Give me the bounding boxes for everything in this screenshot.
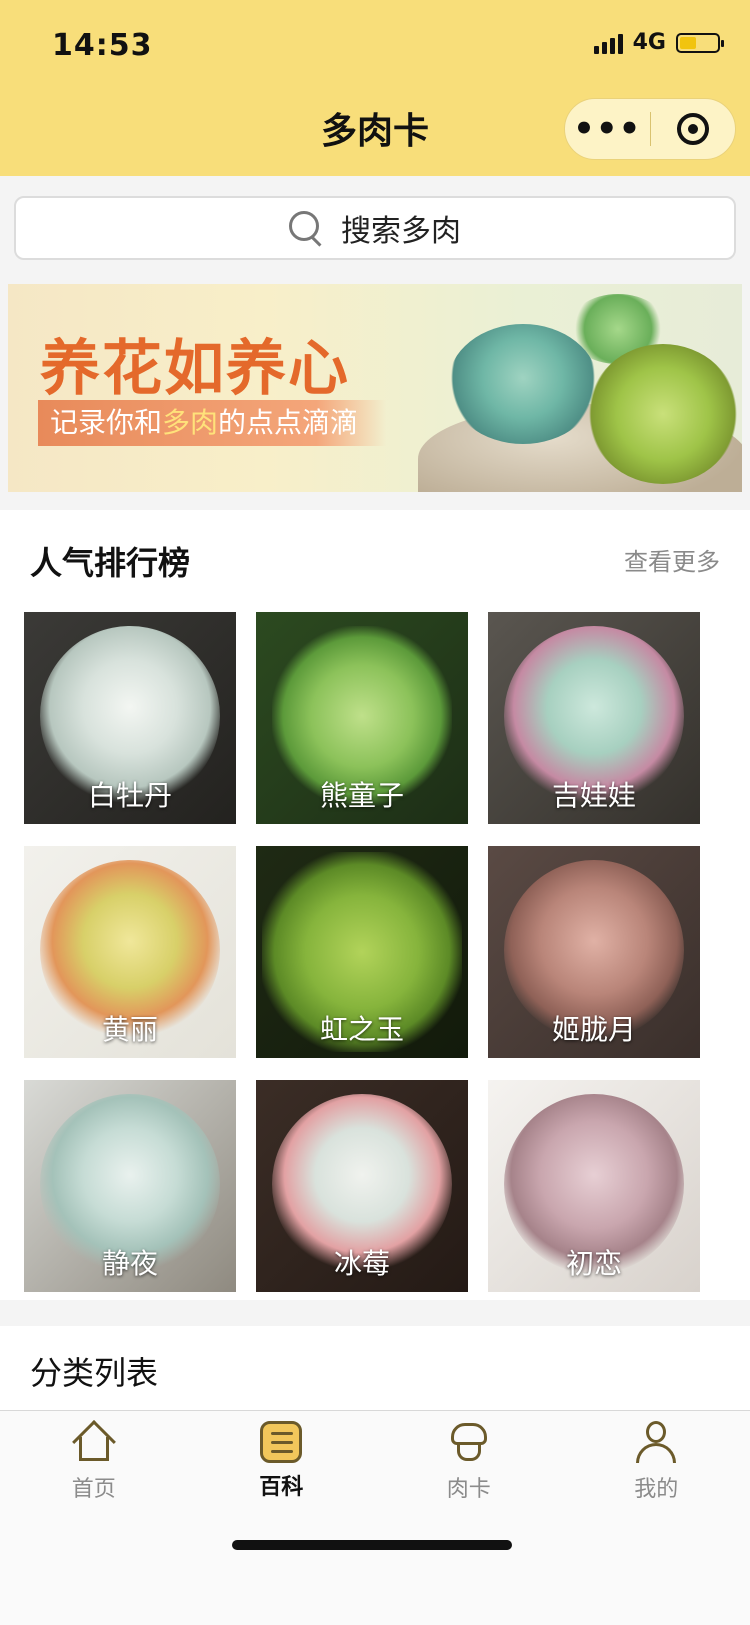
- plant-card[interactable]: 姬胧月: [488, 846, 700, 1058]
- plant-name: 白牡丹: [24, 774, 236, 814]
- banner-plant-image: [588, 344, 738, 484]
- tab-label: 百科: [259, 1469, 303, 1501]
- tab-list: 首页 百科 肉卡 我的: [0, 1411, 750, 1531]
- plant-card[interactable]: 吉娃娃: [488, 612, 700, 824]
- mini-program-capsule: •••: [564, 98, 736, 160]
- ranking-grid: 白牡丹 熊童子 吉娃娃 黄丽 虹之玉 姬胧月 静夜 冰莓 初恋: [24, 612, 726, 1292]
- plant-card[interactable]: 黄丽: [24, 846, 236, 1058]
- plant-name: 虹之玉: [256, 1008, 468, 1048]
- bottom-tab-bar: 首页 百科 肉卡 我的: [0, 1410, 750, 1625]
- plant-name: 黄丽: [24, 1008, 236, 1048]
- plant-name: 姬胧月: [488, 1008, 700, 1048]
- plant-name: 静夜: [24, 1242, 236, 1282]
- banner-plant-image: [448, 324, 598, 444]
- tab-home[interactable]: 首页: [0, 1411, 188, 1531]
- banner-subtitle-part: 记录你和: [50, 406, 162, 439]
- home-icon: [70, 1419, 118, 1465]
- status-indicators: 4G: [594, 30, 720, 55]
- plant-card[interactable]: 初恋: [488, 1080, 700, 1292]
- view-more-link[interactable]: 查看更多: [624, 542, 720, 577]
- status-time: 14:53: [52, 28, 153, 63]
- plant-name: 冰莓: [256, 1242, 468, 1282]
- ranking-title: 人气排行榜: [30, 538, 190, 584]
- search-placeholder: 搜索多肉: [341, 206, 461, 250]
- plant-card[interactable]: 虹之玉: [256, 846, 468, 1058]
- plant-name: 吉娃娃: [488, 774, 700, 814]
- signal-icon: [594, 32, 623, 54]
- tab-profile[interactable]: 我的: [563, 1411, 750, 1531]
- plant-card[interactable]: 白牡丹: [24, 612, 236, 824]
- search-input[interactable]: 搜索多肉: [14, 196, 736, 260]
- tab-label: 肉卡: [447, 1471, 491, 1503]
- status-bar: 14:53 4G: [0, 0, 750, 88]
- banner-subtitle-part: 的点点滴滴: [218, 406, 358, 439]
- search-section: 搜索多肉: [0, 176, 750, 276]
- plant-card[interactable]: 熊童子: [256, 612, 468, 824]
- popular-ranking-section: 人气排行榜 查看更多 白牡丹 熊童子 吉娃娃 黄丽 虹之玉 姬胧月 静夜 冰莓 …: [0, 510, 750, 1300]
- tab-label: 我的: [634, 1471, 678, 1503]
- plant-name: 初恋: [488, 1242, 700, 1282]
- promo-banner[interactable]: 养花如养心 记录你和多肉的点点滴滴: [8, 284, 742, 492]
- plant-name: 熊童子: [256, 774, 468, 814]
- target-icon[interactable]: [651, 113, 736, 145]
- category-section: 分类列表: [0, 1326, 750, 1410]
- tab-label: 首页: [72, 1471, 116, 1503]
- tab-encyclopedia[interactable]: 百科: [188, 1411, 376, 1531]
- search-icon: [289, 211, 323, 245]
- navigation-bar: 多肉卡 •••: [0, 88, 750, 176]
- banner-subtitle: 记录你和多肉的点点滴滴: [38, 400, 386, 446]
- banner-subtitle-highlight: 多肉: [162, 406, 218, 439]
- tab-succulent-card[interactable]: 肉卡: [375, 1411, 563, 1531]
- plant-card[interactable]: 冰莓: [256, 1080, 468, 1292]
- encyclopedia-icon: [260, 1421, 302, 1463]
- battery-icon: [676, 33, 720, 53]
- network-type: 4G: [633, 30, 666, 55]
- succulent-card-icon: [445, 1419, 493, 1465]
- more-dots-icon[interactable]: •••: [565, 114, 650, 144]
- profile-icon: [632, 1419, 680, 1465]
- category-title: 分类列表: [30, 1348, 158, 1394]
- banner-title: 养花如养心: [40, 320, 350, 407]
- home-indicator[interactable]: [232, 1540, 512, 1550]
- plant-card[interactable]: 静夜: [24, 1080, 236, 1292]
